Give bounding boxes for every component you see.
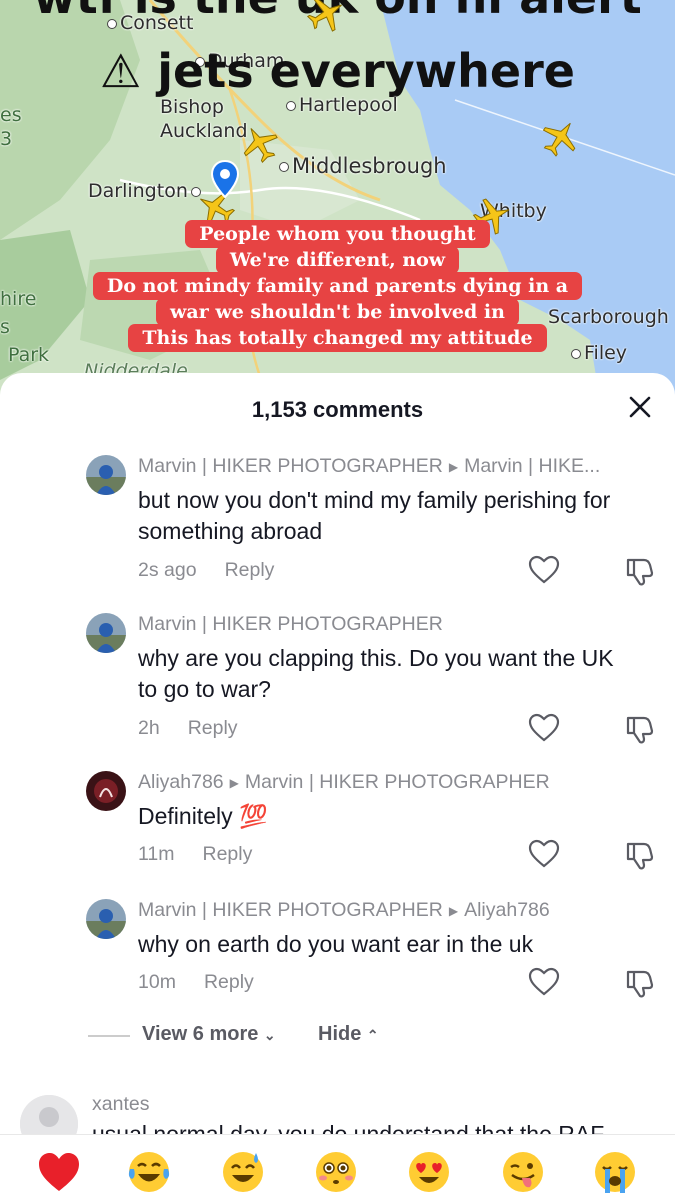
- like-heart-icon[interactable]: [528, 555, 560, 585]
- place-bishop: Bishop: [160, 96, 224, 118]
- emoji-sweat-smile-icon[interactable]: [220, 1149, 266, 1195]
- reply-to-user[interactable]: Marvin | HIKE...: [464, 455, 600, 477]
- comments-count-title: 1,153 comments: [251, 397, 424, 422]
- reply-button[interactable]: Reply: [188, 717, 238, 739]
- reply-arrow-icon: ▶: [229, 775, 239, 790]
- map-title-main: ⚠ jets everywhere: [100, 44, 575, 98]
- place-hartlepool: Hartlepool: [283, 94, 398, 116]
- comment-text: Definitely 💯: [138, 803, 268, 829]
- avatar[interactable]: [86, 899, 126, 939]
- reply-to-user[interactable]: Aliyah786: [464, 899, 550, 921]
- emoji-heart-icon[interactable]: [36, 1149, 82, 1195]
- dislike-icon[interactable]: [624, 839, 656, 871]
- place-left-es: es: [0, 104, 22, 126]
- caption-line: This has totally changed my attitude: [0, 324, 675, 352]
- comment-author[interactable]: Aliyah786: [138, 771, 224, 793]
- comment-time: 10m: [138, 971, 176, 993]
- comment-time: 2s ago: [138, 559, 197, 581]
- reply-arrow-icon: ▶: [448, 459, 459, 474]
- comments-sheet: 1,153 comments Marvin | HIKER PHOTOGRAPH…: [0, 373, 675, 1200]
- avatar[interactable]: [86, 455, 126, 495]
- like-heart-icon[interactable]: [528, 713, 560, 743]
- comment-author-line: Marvin | HIKER PHOTOGRAPHER ▶ Aliyah786: [138, 899, 550, 922]
- comment-author[interactable]: Marvin | HIKER PHOTOGRAPHER: [138, 613, 443, 635]
- caption-line: Do not mindy family and parents dying in…: [0, 272, 675, 300]
- like-heart-icon[interactable]: [528, 839, 560, 869]
- avatar[interactable]: [86, 771, 126, 811]
- emoji-flushed-icon[interactable]: [313, 1149, 359, 1195]
- video-map-background: wtf is the uk on hi alert Consett Durham…: [0, 0, 675, 400]
- place-consett: Consett: [104, 12, 193, 34]
- caption-line: People whom you thought: [0, 220, 675, 248]
- chevron-down-icon: ⌄: [263, 1027, 276, 1043]
- comment-text: why on earth do you want ear in the uk: [138, 931, 534, 957]
- emoji-joy-icon[interactable]: [126, 1149, 172, 1195]
- emoji-heart-eyes-icon[interactable]: [406, 1149, 452, 1195]
- reply-button[interactable]: Reply: [204, 971, 254, 993]
- view-more-replies-button[interactable]: View 6 more ⌄: [142, 1023, 276, 1046]
- comment-meta: 11m Reply: [138, 843, 252, 866]
- comment-time: 11m: [138, 843, 175, 865]
- divider: [88, 1035, 130, 1037]
- comment-author[interactable]: xantes: [92, 1093, 149, 1116]
- caption-line: We're different, now: [0, 246, 675, 274]
- dislike-icon[interactable]: [624, 713, 656, 745]
- like-heart-icon[interactable]: [528, 967, 560, 997]
- comment-text: why are you clapping this. Do you want t…: [138, 645, 614, 702]
- comment-author[interactable]: Marvin | HIKER PHOTOGRAPHER: [138, 899, 443, 921]
- caption-line: war we shouldn't be involved in: [0, 298, 675, 326]
- chevron-up-icon: ⌃: [366, 1027, 379, 1043]
- comment-author[interactable]: Marvin | HIKER PHOTOGRAPHER: [138, 455, 443, 477]
- dislike-icon[interactable]: [624, 967, 656, 999]
- comment-text: but now you don't mind my family perishi…: [138, 487, 611, 544]
- hide-replies-button[interactable]: Hide ⌃: [318, 1023, 379, 1046]
- comment-author-line: Marvin | HIKER PHOTOGRAPHER ▶ Marvin | HIK…: [138, 455, 600, 478]
- close-icon[interactable]: [626, 393, 654, 421]
- reply-to-user[interactable]: Marvin | HIKER PHOTOGRAPHER: [245, 771, 550, 793]
- replies-controls: View 6 more ⌄ Hide ⌃: [0, 1021, 675, 1051]
- comment-meta: 10m Reply: [138, 971, 254, 994]
- place-left-3: 3: [0, 128, 13, 150]
- quick-emoji-bar: [0, 1134, 675, 1201]
- place-middlesbrough: Middlesbrough: [276, 154, 447, 178]
- dislike-icon[interactable]: [624, 555, 656, 587]
- comment-meta: 2h Reply: [138, 717, 238, 740]
- reply-button[interactable]: Reply: [225, 559, 275, 581]
- comment-meta: 2s ago Reply: [138, 559, 274, 582]
- place-darlington: Darlington: [88, 180, 204, 202]
- avatar[interactable]: [86, 613, 126, 653]
- reply-button[interactable]: Reply: [203, 843, 253, 865]
- emoji-winking-tongue-icon[interactable]: [500, 1149, 546, 1195]
- reply-arrow-icon: ▶: [448, 903, 459, 918]
- emoji-sob-icon[interactable]: [592, 1149, 638, 1195]
- comment-time: 2h: [138, 717, 160, 739]
- comment-author-line: Aliyah786 ▶ Marvin | HIKER PHOTOGRAPHER: [138, 771, 550, 794]
- location-pin-icon: [210, 160, 240, 198]
- comment-author-line: Marvin | HIKER PHOTOGRAPHER: [138, 613, 443, 636]
